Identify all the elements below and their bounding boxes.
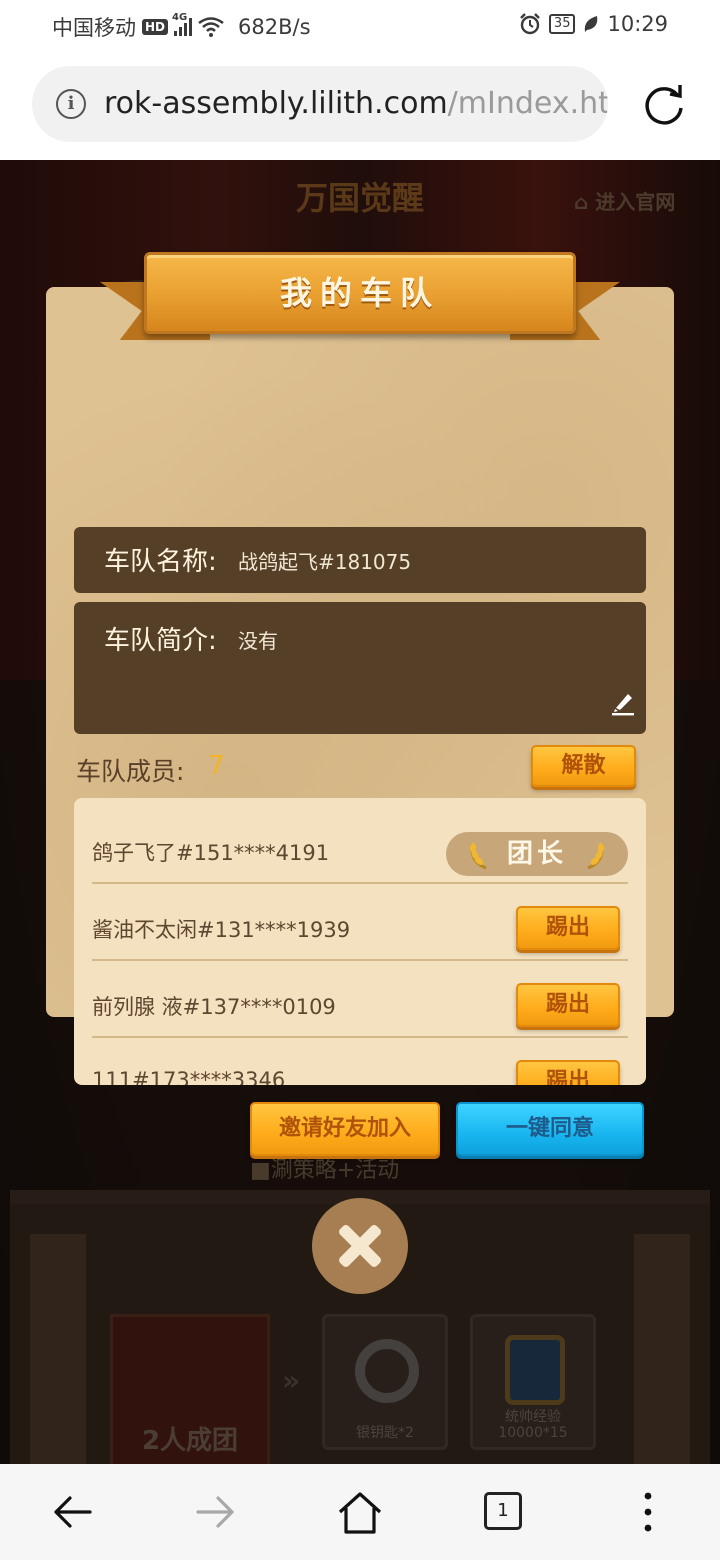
info-icon[interactable]: i bbox=[56, 89, 86, 119]
member-row: 酱油不太闲#131****1939 踢出 bbox=[92, 884, 628, 961]
team-description-field: 车队简介: 没有 bbox=[74, 602, 646, 734]
hd-badge: HD bbox=[142, 19, 169, 35]
address-bar[interactable]: i rok-assembly.lilith.com/mIndex.htı bbox=[32, 66, 608, 142]
signal-icon: 4G bbox=[172, 12, 193, 36]
member-name: 鸽子飞了#151****4191 bbox=[92, 841, 330, 865]
pencil-icon[interactable] bbox=[610, 690, 636, 716]
leader-badge: 团长 bbox=[446, 832, 628, 876]
url-path: /mIndex.htı bbox=[447, 86, 608, 121]
clock: 10:29 bbox=[607, 12, 668, 36]
member-name: 前列腺 液#137****0109 bbox=[92, 995, 336, 1019]
leaf-icon bbox=[585, 16, 598, 32]
laurel-icon bbox=[587, 843, 604, 870]
member-list[interactable]: 鸽子飞了#151****4191 团长 酱油不太闲#131****1939 踢出… bbox=[74, 798, 646, 1085]
url-text[interactable]: rok-assembly.lilith.com/mIndex.htı bbox=[104, 86, 608, 121]
dialog-title: 我的车队 bbox=[279, 274, 440, 312]
back-arrow-icon[interactable] bbox=[48, 1488, 96, 1536]
team-name-label: 车队名称: bbox=[104, 547, 217, 577]
browser-toolbar: i rok-assembly.lilith.com/mIndex.htı bbox=[0, 50, 720, 160]
tabs-icon[interactable]: 1 bbox=[484, 1492, 522, 1530]
member-row: 前列腺 液#137****0109 踢出 bbox=[92, 961, 628, 1038]
member-row: 鸽子飞了#151****4191 团长 bbox=[92, 807, 628, 884]
team-description-label: 车队简介: bbox=[104, 626, 217, 656]
carrier-name: 中国移动 bbox=[52, 16, 136, 40]
battery-level: 35 bbox=[553, 16, 571, 31]
accept-all-button[interactable]: 一键同意 bbox=[456, 1102, 644, 1156]
more-vertical-icon[interactable] bbox=[624, 1488, 672, 1536]
member-name: 111#173****3346 bbox=[92, 1068, 286, 1085]
member-row: 111#173****3346 踢出 bbox=[92, 1038, 628, 1085]
browser-bottom-nav: 1 bbox=[0, 1464, 720, 1560]
team-description-value: 没有 bbox=[238, 629, 278, 653]
reload-icon[interactable] bbox=[640, 80, 688, 128]
members-label: 车队成员: bbox=[76, 757, 185, 786]
kick-button[interactable]: 踢出 bbox=[516, 983, 620, 1027]
wifi-icon bbox=[198, 17, 224, 37]
invite-friends-button[interactable]: 邀请好友加入 bbox=[250, 1102, 440, 1156]
background-caption: ■涮策略+活动 bbox=[250, 1158, 400, 1183]
member-name: 酱油不太闲#131****1939 bbox=[92, 918, 351, 942]
status-bar: 中国移动 HD 4G 682B/s 35 10:29 bbox=[0, 0, 720, 50]
team-name-value: 战鸽起飞#181075 bbox=[238, 550, 412, 574]
disband-button[interactable]: 解散 bbox=[531, 745, 636, 787]
alarm-icon bbox=[520, 13, 540, 35]
network-speed: 682B/s bbox=[238, 15, 311, 39]
forward-arrow-icon[interactable] bbox=[192, 1488, 240, 1536]
network-type: 4G bbox=[172, 12, 188, 23]
members-count: 7 bbox=[208, 751, 225, 781]
home-icon[interactable] bbox=[336, 1488, 384, 1536]
battery-icon: 35 bbox=[548, 14, 576, 34]
close-icon[interactable] bbox=[312, 1198, 408, 1294]
dialog-title-ribbon: 我的车队 bbox=[144, 252, 576, 334]
kick-button[interactable]: 踢出 bbox=[516, 906, 620, 950]
team-name-field: 车队名称: 战鸽起飞#181075 bbox=[74, 527, 646, 593]
kick-button[interactable]: 踢出 bbox=[516, 1060, 620, 1085]
url-host: rok-assembly.lilith.com bbox=[104, 86, 448, 121]
